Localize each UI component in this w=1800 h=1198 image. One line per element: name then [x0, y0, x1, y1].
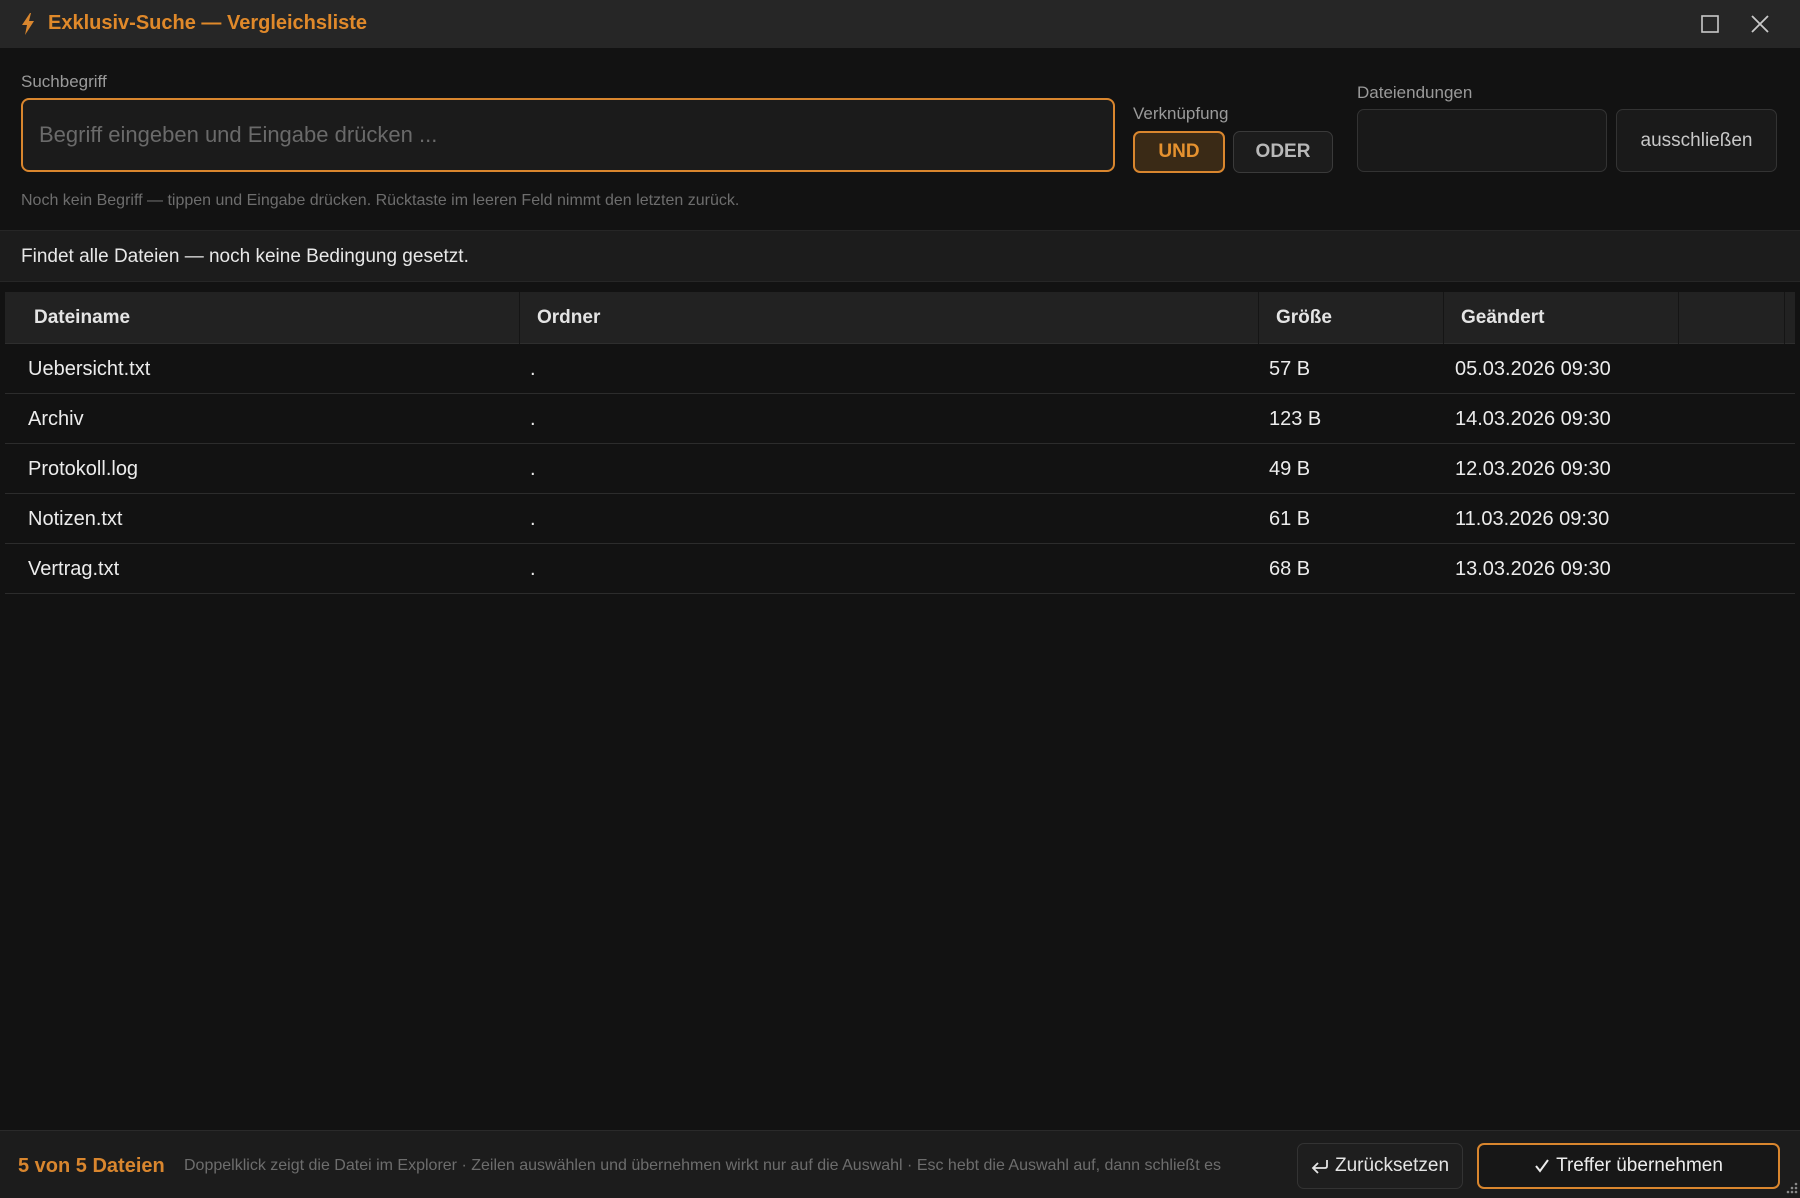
condition-summary-bar: Findet alle Dateien — noch keine Bedingu…	[0, 230, 1800, 282]
extensions-input[interactable]	[1357, 109, 1607, 172]
cell-size: 123 B	[1269, 407, 1322, 430]
reset-button-label: Zurücksetzen	[1334, 1155, 1450, 1176]
cell-folder: .	[530, 407, 536, 430]
file-table: Dateiname Ordner Größe Geändert Uebersic…	[5, 292, 1795, 594]
checkmark-icon	[1535, 1159, 1549, 1173]
lightning-bolt-icon	[22, 13, 34, 35]
table-row[interactable]: Vertrag.txt . 68 B 13.03.2026 09:30	[5, 544, 1795, 594]
close-button[interactable]	[1740, 6, 1780, 42]
column-header-filename[interactable]: Dateiname	[5, 292, 520, 344]
cell-size: 49 B	[1269, 457, 1311, 480]
and-toggle-button[interactable]: UND	[1133, 131, 1225, 173]
exclude-button[interactable]: ausschließen	[1616, 109, 1777, 172]
column-header-size[interactable]: Größe	[1259, 292, 1444, 344]
table-header: Dateiname Ordner Größe Geändert	[5, 292, 1795, 344]
cell-filename: Uebersicht.txt	[28, 357, 151, 380]
close-icon	[1751, 15, 1769, 33]
extensions-label: Dateiendungen	[1357, 83, 1473, 102]
cell-modified: 11.03.2026 09:30	[1455, 507, 1610, 530]
condition-summary-text: Findet alle Dateien — noch keine Bedingu…	[21, 246, 469, 267]
table-row[interactable]: Archiv . 123 B 14.03.2026 09:30	[5, 394, 1795, 444]
cell-modified: 13.03.2026 09:30	[1455, 557, 1611, 580]
cell-folder: .	[530, 557, 536, 580]
apply-results-button[interactable]: Treffer übernehmen	[1477, 1143, 1780, 1189]
exclusive-search-window: Exklusiv-Suche — Vergleichsliste Suchbeg…	[0, 0, 1800, 1198]
resize-grip-icon[interactable]	[1783, 1181, 1798, 1196]
cell-modified: 12.03.2026 09:30	[1455, 457, 1611, 480]
cell-size: 61 B	[1269, 507, 1311, 530]
cell-folder: .	[530, 357, 536, 380]
cell-folder: .	[530, 457, 536, 480]
cell-filename: Vertrag.txt	[28, 557, 120, 580]
cell-filename: Archiv	[28, 407, 84, 430]
maximize-icon	[1701, 15, 1719, 33]
cell-modified: 14.03.2026 09:30	[1455, 407, 1611, 430]
footer-bar: 5 von 5 Dateien Doppelklick zeigt die Da…	[0, 1130, 1800, 1198]
window-title: Exklusiv-Suche — Vergleichsliste	[48, 12, 368, 34]
cell-size: 57 B	[1269, 357, 1311, 380]
table-row[interactable]: Notizen.txt . 61 B 11.03.2026 09:30	[5, 494, 1795, 544]
column-header-extra[interactable]	[1679, 292, 1785, 344]
cell-modified: 05.03.2026 09:30	[1455, 357, 1611, 380]
return-arrow-icon	[1311, 1160, 1328, 1174]
logic-label: Verknüpfung	[1133, 104, 1229, 123]
cell-filename: Protokoll.log	[28, 457, 139, 480]
reset-button[interactable]: Zurücksetzen	[1297, 1143, 1463, 1189]
footer-hint: Doppelklick zeigt die Datei im Explorer …	[184, 1157, 1221, 1174]
result-count: 5 von 5 Dateien	[18, 1155, 165, 1177]
maximize-button[interactable]	[1690, 6, 1730, 42]
apply-button-label: Treffer übernehmen	[1556, 1155, 1723, 1176]
cell-filename: Notizen.txt	[28, 507, 123, 530]
cell-folder: .	[530, 507, 536, 530]
search-input[interactable]	[21, 98, 1115, 172]
cell-size: 68 B	[1269, 557, 1311, 580]
column-header-folder[interactable]: Ordner	[520, 292, 1259, 344]
search-label: Suchbegriff	[21, 72, 107, 91]
table-row[interactable]: Protokoll.log . 49 B 12.03.2026 09:30	[5, 444, 1795, 494]
table-row[interactable]: Uebersicht.txt . 57 B 05.03.2026 09:30	[5, 344, 1795, 394]
column-header-modified[interactable]: Geändert	[1444, 292, 1679, 344]
or-toggle-button[interactable]: ODER	[1233, 131, 1333, 173]
title-bar[interactable]: Exklusiv-Suche — Vergleichsliste	[0, 0, 1800, 48]
search-hint: Noch kein Begriff — tippen und Eingabe d…	[21, 192, 740, 209]
